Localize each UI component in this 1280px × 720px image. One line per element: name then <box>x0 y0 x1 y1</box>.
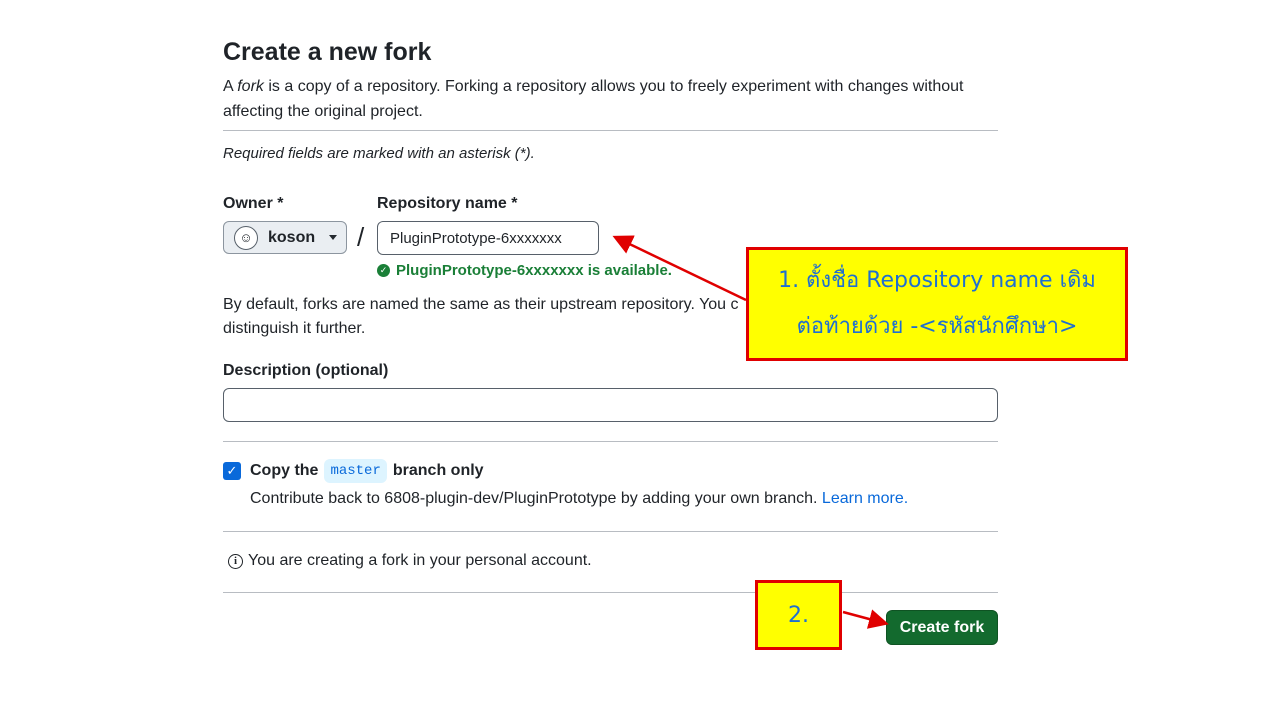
intro-text: A fork is a copy of a repository. Forkin… <box>223 74 1003 124</box>
hint-line-2: distinguish it further. <box>223 320 366 337</box>
contribute-text: Contribute back to 6808-plugin-dev/Plugi… <box>250 490 818 507</box>
user-avatar-icon: ☺ <box>234 225 258 250</box>
fork-name-hint: By default, forks are named the same as … <box>223 293 783 341</box>
info-icon: i <box>228 553 243 569</box>
step-2-callout: 2. <box>755 580 842 650</box>
info-text: You are creating a fork in your personal… <box>248 552 592 569</box>
step-1-callout: 1. ตั้งชื่อ Repository name เดิม ต่อท้าย… <box>746 247 1128 361</box>
check-circle-icon: ✓ <box>377 264 390 277</box>
contribute-note: Contribute back to 6808-plugin-dev/Plugi… <box>250 490 908 508</box>
availability-message: ✓ PluginPrototype-6xxxxxxx is available. <box>377 262 672 279</box>
branch-name-chip: master <box>324 459 387 483</box>
step-1-line-2: ต่อท้ายด้วย -<รหัสนักศึกษา> <box>796 314 1078 339</box>
divider <box>223 531 998 532</box>
step-1-line-1: 1. ตั้งชื่อ Repository name เดิม <box>778 268 1096 293</box>
repo-name-label: Repository name * <box>377 195 518 212</box>
copy-branch-prefix: Copy the <box>250 462 319 479</box>
owner-name: koson <box>268 228 316 246</box>
create-fork-button[interactable]: Create fork <box>886 610 998 645</box>
hint-line-1: By default, forks are named the same as … <box>223 296 739 313</box>
personal-account-notice: i You are creating a fork in your person… <box>228 552 592 570</box>
step-2-arrow <box>842 609 889 629</box>
description-input[interactable] <box>223 388 998 422</box>
intro-rest: is a copy of a repository. Forking a rep… <box>223 78 964 120</box>
page-title: Create a new fork <box>223 38 432 66</box>
owner-select-button[interactable]: ☺ koson <box>223 221 347 254</box>
owner-repo-separator: / <box>357 222 365 252</box>
copy-branch-checkbox[interactable]: ✓ <box>223 462 241 480</box>
divider <box>223 130 998 131</box>
required-note: Required fields are marked with an aster… <box>223 145 535 162</box>
chevron-down-icon <box>329 235 338 240</box>
description-label: Description (optional) <box>223 362 389 379</box>
availability-text: PluginPrototype-6xxxxxxx is available. <box>396 262 672 279</box>
intro-prefix: A <box>223 78 238 95</box>
repository-name-input[interactable] <box>377 221 599 255</box>
copy-branch-suffix: branch only <box>392 462 484 479</box>
divider <box>223 441 998 442</box>
copy-branch-label: Copy the master branch only <box>250 459 484 483</box>
learn-more-link[interactable]: Learn more. <box>822 490 908 507</box>
intro-fork-word: fork <box>237 78 264 95</box>
divider <box>223 592 998 593</box>
owner-label: Owner * <box>223 195 284 212</box>
